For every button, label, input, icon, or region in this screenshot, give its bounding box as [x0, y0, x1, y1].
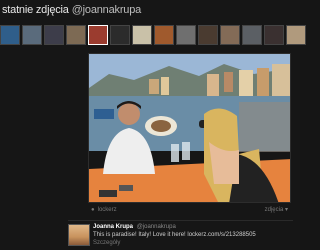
user-handle-link[interactable]: @joannakrupa: [72, 4, 142, 16]
thumbnail-2[interactable]: [22, 25, 42, 45]
photo-source[interactable]: lockerz: [98, 207, 117, 213]
thumbnail-10[interactable]: [198, 25, 218, 45]
thumbnail-6[interactable]: [110, 25, 130, 45]
thumbnail-14[interactable]: [286, 25, 306, 45]
main-photo[interactable]: [88, 53, 291, 203]
tweet-timestamp[interactable]: Szczegóły: [93, 239, 293, 247]
gallery-title: statnie zdjęcia: [2, 4, 69, 16]
tweet-text: This is paradise! Italy! Love it here! l…: [93, 232, 256, 238]
thumbnail-8[interactable]: [154, 25, 174, 45]
photo-footer: ● lockerz zdjęcia ▾: [88, 203, 291, 216]
thumbnail-4[interactable]: [66, 25, 86, 45]
thumbnail-3[interactable]: [44, 25, 64, 45]
thumbnail-13[interactable]: [264, 25, 284, 45]
tweet-handle[interactable]: @joannakrupa: [137, 224, 176, 230]
photo-size-menu[interactable]: zdjęcia ▾: [265, 207, 288, 213]
gallery-header: statnie zdjęcia @joannakrupa: [0, 0, 302, 20]
thumbnail-12[interactable]: [242, 25, 262, 45]
tweet-card: Joanna Krupa @joannakrupa This is paradi…: [68, 220, 293, 249]
photo-source-icon: ●: [91, 206, 95, 213]
thumbnail-7[interactable]: [132, 25, 152, 45]
thumbnail-1[interactable]: [0, 25, 20, 45]
thumbnail-9[interactable]: [176, 25, 196, 45]
avatar[interactable]: [68, 224, 90, 246]
thumbnail-11[interactable]: [220, 25, 240, 45]
thumbnail-5[interactable]: [88, 25, 108, 45]
thumbnail-strip: [0, 25, 306, 47]
photo-image: [89, 54, 290, 202]
photo-viewer: statnie zdjęcia @joannakrupa ● lockerz z…: [0, 0, 306, 250]
tweet-author[interactable]: Joanna Krupa: [93, 224, 133, 230]
